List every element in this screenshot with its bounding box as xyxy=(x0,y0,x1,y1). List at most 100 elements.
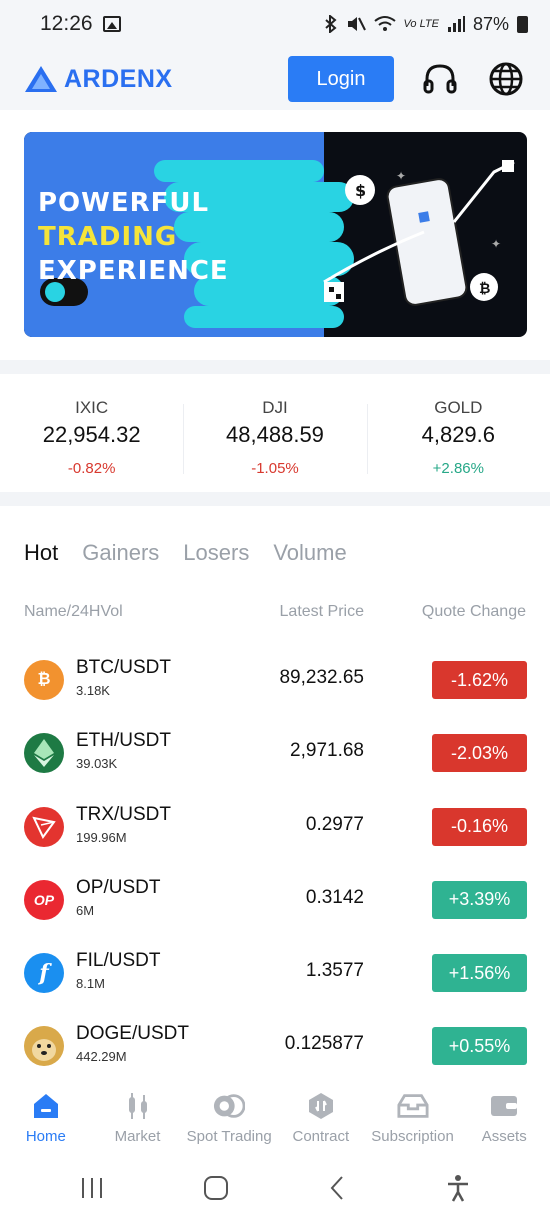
pair-volume: 442.29M xyxy=(76,1049,127,1065)
latest-price: 89,232.65 xyxy=(279,667,364,688)
index-change: +2.86% xyxy=(432,460,484,477)
nav-home[interactable]: Home xyxy=(0,1080,92,1154)
latest-price: 0.3142 xyxy=(305,886,364,908)
quote-change-badge[interactable]: -2.03% xyxy=(432,734,527,773)
index-value: 48,488.59 xyxy=(226,422,324,447)
bottom-navigation: Home Market Spot Trading Contract Subscr… xyxy=(0,1080,550,1154)
quote-change-badge[interactable]: +1.56% xyxy=(432,954,527,993)
recent-apps-icon[interactable] xyxy=(79,1176,105,1200)
banner-line3: EXPERIENCE xyxy=(38,256,229,286)
bitcoin-icon: ₿ xyxy=(24,660,64,700)
market-list: ₿ BTC/USDT 3.18K 89,232.65 -1.62% ETH/US… xyxy=(0,643,550,1083)
nav-label: Subscription xyxy=(371,1128,454,1145)
nav-label: Spot Trading xyxy=(186,1128,272,1145)
logo[interactable]: ARDENX xyxy=(24,65,173,94)
spot-trading-icon xyxy=(213,1090,246,1122)
latest-price: 1.3577 xyxy=(305,960,364,982)
column-price: Latest Price xyxy=(279,603,364,620)
nav-assets[interactable]: Assets xyxy=(458,1080,550,1154)
index-ixic[interactable]: IXIC 22,954.32 -0.82% xyxy=(0,374,183,492)
pair-name: ETH/USDT xyxy=(76,730,171,752)
nav-subscription[interactable]: Subscription xyxy=(367,1080,459,1154)
quote-change-badge[interactable]: +3.39% xyxy=(432,880,527,919)
contract-icon xyxy=(305,1090,337,1122)
pair-volume: 3.18K xyxy=(76,683,110,698)
latest-price: 2,971.68 xyxy=(290,740,364,762)
signal-icon xyxy=(447,16,465,32)
list-item[interactable]: OP OP/USDT 6M 0.3142 +3.39% xyxy=(0,863,550,936)
index-name: DJI xyxy=(262,398,288,417)
filecoin-glyph: f xyxy=(39,960,49,987)
headset-icon[interactable] xyxy=(420,59,460,99)
volte-label: Vo LTE xyxy=(403,18,439,30)
pair-volume: 8.1M xyxy=(76,976,105,992)
ethereum-icon xyxy=(24,733,64,774)
status-time: 12:26 xyxy=(40,12,93,35)
index-dji[interactable]: DJI 48,488.59 -1.05% xyxy=(183,374,366,492)
market-icon xyxy=(122,1090,154,1122)
back-icon[interactable] xyxy=(327,1175,347,1201)
pair-name: BTC/USDT xyxy=(76,657,171,678)
nav-spot-trading[interactable]: Spot Trading xyxy=(183,1080,275,1154)
tab-volume[interactable]: Volume xyxy=(273,540,346,566)
pair-name: OP/USDT xyxy=(76,876,161,898)
latest-price: 0.2977 xyxy=(305,813,364,835)
dogecoin-icon xyxy=(24,1026,64,1067)
column-name: Name/24HVol xyxy=(24,603,123,620)
wallet-icon xyxy=(488,1090,520,1122)
tab-losers[interactable]: Losers xyxy=(183,540,249,566)
bluetooth-icon xyxy=(324,15,337,33)
pair-name: DOGE/USDT xyxy=(76,1023,189,1045)
pair-name: TRX/USDT xyxy=(76,803,171,825)
list-item[interactable]: TRX/USDT 199.96M 0.2977 -0.16% xyxy=(0,790,550,863)
list-item[interactable]: f FIL/USDT 8.1M 1.3577 +1.56% xyxy=(0,936,550,1009)
status-bar: 12:26 Vo LTE 87% xyxy=(0,0,550,48)
nav-market[interactable]: Market xyxy=(92,1080,184,1154)
list-item[interactable]: ₿ BTC/USDT 3.18K 89,232.65 -1.62% xyxy=(0,643,550,716)
index-gold[interactable]: GOLD 4,829.6 +2.86% xyxy=(366,374,550,492)
quote-change-badge[interactable]: -1.62% xyxy=(432,661,527,699)
market-column-headers: Name/24HVol Latest Price Quote Change xyxy=(0,603,550,625)
home-button-icon[interactable] xyxy=(203,1175,229,1201)
subscription-icon xyxy=(396,1090,429,1122)
pair-name: FIL/USDT xyxy=(76,950,161,972)
svg-text:₿: ₿ xyxy=(479,281,490,297)
quote-change-badge[interactable]: -0.16% xyxy=(432,807,527,846)
tab-hot[interactable]: Hot xyxy=(24,540,58,566)
optimism-icon: OP xyxy=(24,879,64,920)
nav-label: Assets xyxy=(481,1128,527,1145)
battery-icon xyxy=(517,15,528,33)
banner-line1: POWERFUL xyxy=(38,188,210,218)
index-name: GOLD xyxy=(434,398,483,417)
system-navigation-bar xyxy=(0,1154,550,1222)
banner-headline: POWERFUL TRADING EXPERIENCE xyxy=(38,186,229,288)
nav-label: Home xyxy=(25,1128,66,1145)
login-button[interactable]: Login xyxy=(288,56,394,102)
app-header: ARDENX Login xyxy=(0,48,550,110)
accessibility-icon[interactable] xyxy=(445,1174,471,1202)
latest-price: 0.125877 xyxy=(284,1033,364,1055)
pair-volume: 199.96M xyxy=(76,829,127,845)
pair-volume: 6M xyxy=(76,902,95,918)
svg-text:$: $ xyxy=(355,181,366,200)
index-value: 4,829.6 xyxy=(421,422,496,447)
index-ticker: IXIC 22,954.32 -0.82% DJI 48,488.59 -1.0… xyxy=(0,374,550,492)
globe-icon[interactable] xyxy=(486,59,526,99)
nav-contract[interactable]: Contract xyxy=(275,1080,367,1154)
banner-line2: TRADING xyxy=(38,222,178,252)
divider xyxy=(0,360,550,374)
column-change: Quote Change xyxy=(421,603,526,620)
tab-gainers[interactable]: Gainers xyxy=(82,540,159,566)
filecoin-icon: f xyxy=(24,953,64,994)
banner-section: $ ₿ ✦ ✦ POWERFUL TRADING EXPERIENCE xyxy=(0,110,550,360)
wifi-icon xyxy=(373,16,396,31)
list-item[interactable]: ETH/USDT 39.03K 2,971.68 -2.03% xyxy=(0,716,550,789)
index-value: 22,954.32 xyxy=(42,422,141,447)
market-tabs: Hot Gainers Losers Volume xyxy=(24,540,347,566)
nav-label: Contract xyxy=(292,1128,350,1145)
list-item[interactable]: DOGE/USDT 442.29M 0.125877 +0.55% xyxy=(0,1009,550,1082)
promo-banner[interactable]: $ ₿ ✦ ✦ POWERFUL TRADING EXPERIENCE xyxy=(24,132,527,337)
pair-volume: 39.03K xyxy=(76,756,118,772)
gallery-notification-icon xyxy=(102,16,121,32)
quote-change-badge[interactable]: +0.55% xyxy=(432,1027,527,1066)
